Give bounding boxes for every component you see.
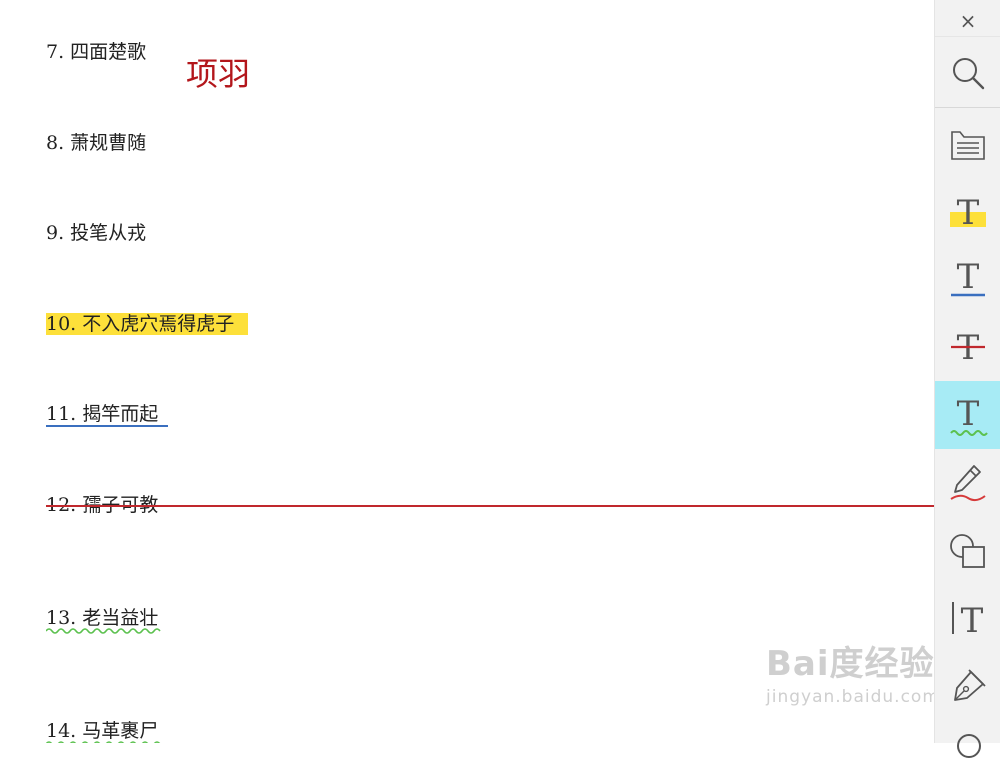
close-button[interactable]: × <box>935 6 1000 37</box>
pen-tool-button[interactable] <box>935 450 1000 516</box>
baidu-jingyan-watermark: Bai度经验 jingyan.baidu.com <box>766 636 934 707</box>
annotation-toolbar: × T T T T T <box>934 0 1000 758</box>
svg-text:T: T <box>957 394 980 434</box>
highlight-tool-button[interactable]: T <box>935 178 1000 244</box>
text-underline-icon: T <box>951 257 985 297</box>
squiggle-underline <box>46 628 161 634</box>
pen-draw-icon <box>950 465 986 502</box>
comment-note-icon <box>951 131 985 160</box>
squiggly-tool-button[interactable]: T <box>935 381 1000 449</box>
strikethrough-tool-button[interactable]: T <box>935 312 1000 378</box>
list-item-14-text: 14. 马革裹尸 <box>46 720 159 742</box>
document-page: 7. 四面楚歌 项羽 8. 萧规曹随 9. 投笔从戎 10. 不入虎穴焉得虎子 … <box>0 0 934 743</box>
text-box-icon: T <box>952 601 984 638</box>
shapes-icon <box>950 534 985 568</box>
list-item-14-squiggly[interactable]: 14. 马革裹尸 <box>46 720 934 743</box>
list-item-10-highlighted[interactable]: 10. 不入虎穴焉得虎子 <box>46 313 249 335</box>
comment-tool-button[interactable] <box>935 112 1000 178</box>
svg-text:T: T <box>957 257 980 297</box>
list-item-13-squiggly[interactable]: 13. 老当益壮 <box>46 607 934 634</box>
underline-tool-button[interactable]: T <box>935 244 1000 310</box>
more-tools-icon[interactable] <box>957 734 981 758</box>
text-strikethrough-icon: T <box>951 328 985 365</box>
svg-text:T: T <box>957 193 980 231</box>
list-item-13-text: 13. 老当益壮 <box>46 607 159 629</box>
list-item-12-strikethrough[interactable]: 12. 孺子可教 <box>46 494 934 516</box>
list-item-8: 8. 萧规曹随 <box>46 132 147 154</box>
text-squiggly-icon: T <box>950 394 988 436</box>
list-item-11-underlined[interactable]: 11. 揭竿而起 <box>46 403 169 427</box>
watermark-brand: Bai度经验 <box>766 644 934 684</box>
fountain-pen-icon <box>954 669 986 701</box>
signature-tool-button[interactable] <box>935 654 1000 720</box>
svg-text:T: T <box>961 601 984 638</box>
shapes-tool-button[interactable] <box>935 517 1000 583</box>
red-text-annotation[interactable]: 项羽 <box>186 56 250 92</box>
watermark-url: jingyan.baidu.com <box>766 687 934 707</box>
text-box-tool-button[interactable]: T <box>935 585 1000 651</box>
list-item-9: 9. 投笔从戎 <box>46 222 147 244</box>
search-icon <box>953 58 985 90</box>
toolbar-divider <box>935 107 1000 108</box>
text-highlight-icon: T <box>950 193 986 231</box>
search-button[interactable] <box>935 40 1000 106</box>
list-item-7: 7. 四面楚歌 <box>46 41 147 63</box>
close-icon: × <box>959 9 977 33</box>
